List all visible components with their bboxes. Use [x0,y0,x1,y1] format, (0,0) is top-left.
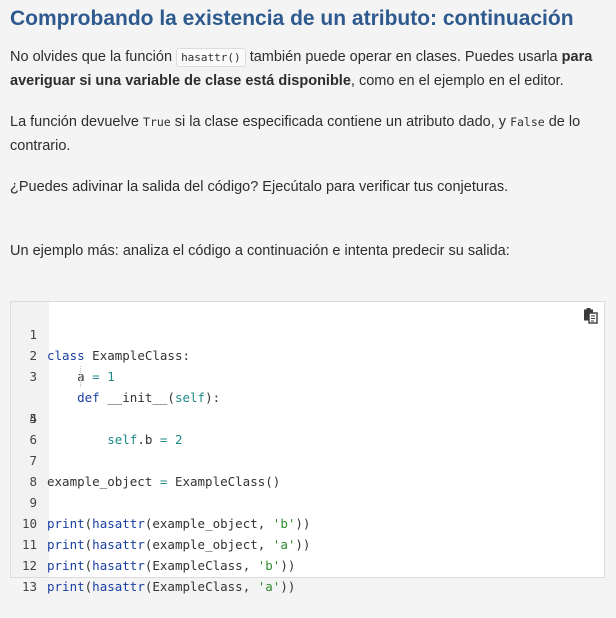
code-editor[interactable]: 1 class ExampleClass: 2 a = 1 3 def __in… [10,301,605,594]
paragraph-text: también puede operar en clases. Puedes u… [245,49,562,65]
inline-code-false: False [510,115,545,129]
indent-guide [80,366,81,387]
code-line[interactable]: 8 [11,450,604,489]
code-line[interactable]: 9 print(hasattr(example_object, 'b')) [11,471,604,531]
paragraph-text: , como en el ejemplo en el editor. [350,72,564,89]
paragraph-text: No olvides que la función [10,49,177,65]
code-line[interactable]: 10 print(hasattr(example_object, 'a')) [11,492,604,552]
code-line[interactable]: 12 print(hasattr(ExampleClass, 'a')) [11,534,604,594]
code-line[interactable]: 3 def __init__(self): [11,345,604,405]
content: Comprobando la existencia de un atributo… [10,0,606,263]
code-line[interactable]: 4 self.b = 2 [11,366,604,447]
code-lines[interactable]: 1 class ExampleClass: 2 a = 1 3 def __in… [11,303,604,594]
code-line[interactable]: 5 [11,387,604,426]
page-title: Comprobando la existencia de un atributo… [10,7,574,30]
inline-code-true: True [143,115,171,129]
paragraph-text: La función devuelve [10,114,144,130]
code-line[interactable]: 13 [11,555,604,594]
code-line[interactable]: 6 [11,408,604,447]
paragraph-return-value: La función devuelve True si la clase esp… [10,111,606,158]
paragraph-text: si la clase especificada contiene un atr… [170,114,511,130]
paragraph-hasattr-classes: No olvides que la función hasattr() tamb… [10,46,606,93]
code-line[interactable]: 2 a = 1 [11,324,604,384]
inline-code-hasattr: hasattr() [176,48,246,67]
code-line[interactable]: 7 example_object = ExampleClass() [11,429,604,489]
code-line[interactable]: 11 print(hasattr(ExampleClass, 'b')) [11,513,604,573]
paragraph-one-more-example: Un ejemplo más: analiza el código a cont… [10,242,510,259]
paragraph-guess-output: ¿Puedes adivinar la salida del código? E… [10,179,509,195]
code-line[interactable]: 1 class ExampleClass: [11,303,604,363]
